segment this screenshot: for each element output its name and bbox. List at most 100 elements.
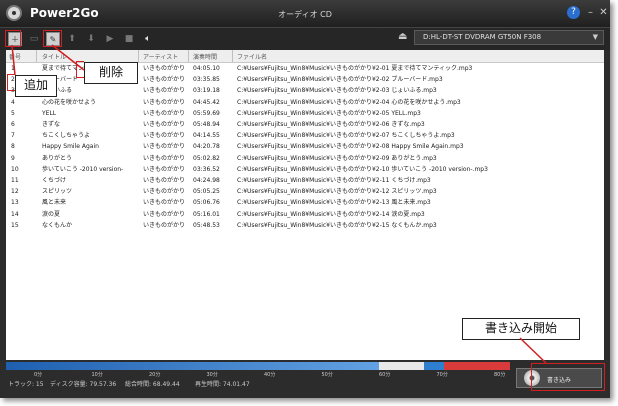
table-row[interactable]: 14 涙の夏 いきものがかり 05:16.01 C:¥Users¥Fujitsu_Win… (6, 210, 604, 220)
track-title: 心の花を咲かせよう (42, 98, 97, 106)
track-file-path: C:¥Users¥Fujitsu_Win8¥Music¥いきものがかり¥2-01… (237, 65, 473, 72)
delete-callout: 削除 (76, 61, 138, 84)
table-row[interactable]: 6 きずな いきものがかり 05:48.94 C:¥Users¥Fujitsu_Win8… (6, 120, 604, 130)
track-file-path: C:¥Users¥Fujitsu_Win8¥Music¥いきものがかり¥2-08… (237, 143, 464, 151)
track-title: 涙の夏 (42, 210, 61, 218)
track-duration: 03:36.52 (193, 165, 220, 173)
track-file-path: C:¥Users¥Fujitsu_Win8¥Music¥いきものがかり¥2-03… (237, 87, 437, 95)
disc-capacity: ディスク容量: 79.57.36 (50, 381, 117, 388)
table-row[interactable]: 5 YELL いきものがかり 05:59.69 C:¥Users¥Fujitsu_Win… (6, 109, 604, 119)
column-divider (36, 50, 37, 62)
track-duration: 04:20.78 (193, 143, 220, 151)
volume-icon[interactable]: 🔈︎ (141, 32, 155, 46)
track-duration: 05:59.69 (193, 109, 220, 117)
column-divider (138, 50, 139, 62)
title-bar: Power2Go オーディオ CD ? – ✕ (0, 0, 610, 27)
track-title: くちづけ (42, 177, 67, 184)
capacity-tick-label: 0分 (34, 372, 43, 378)
track-artist: いきものがかり (143, 165, 186, 173)
minimize-button[interactable]: – (584, 6, 597, 19)
track-number: 11 (11, 177, 19, 184)
header-file[interactable]: ファイル名 (237, 52, 267, 61)
play-time: 再生時間: 74.01.47 (195, 381, 250, 388)
track-title: きずな (42, 121, 61, 128)
track-number: 15 (11, 221, 19, 229)
track-artist: いきものがかり (143, 132, 186, 140)
capacity-tick-label: 70分 (436, 372, 448, 378)
track-list: 番号 タイトル アーティスト 演奏時間 ファイル名 1 夏まで待てマンティック いき… (6, 50, 604, 360)
table-row[interactable]: 7 ちこくしちゃうよ いきものがかり 04:14.55 C:¥Users¥Fujitsu… (6, 131, 604, 141)
capacity-bar-overflow (444, 362, 510, 370)
track-title: ありがとう (42, 154, 73, 162)
move-down-icon[interactable]: ⬇ (84, 32, 98, 46)
column-divider (188, 50, 189, 62)
capacity-tick-label: 10分 (91, 372, 103, 378)
close-button[interactable]: ✕ (597, 6, 610, 19)
track-duration: 04:24.98 (193, 177, 220, 184)
capacity-tick-label: 50分 (321, 372, 333, 378)
track-file-path: C:¥Users¥Fujitsu_Win8¥Music¥いきものがかり¥2-15… (237, 221, 437, 229)
add-highlight-box (5, 30, 21, 47)
table-row[interactable]: 10 歩いていこう -2010 version- いきものがかり 03:36.52 C:… (6, 165, 604, 175)
track-artist: いきものがかり (143, 221, 186, 229)
header-artist[interactable]: アーティスト (143, 52, 178, 61)
capacity-tick-label: 40分 (264, 372, 276, 378)
track-duration: 04:45.42 (193, 98, 220, 106)
track-file-path: C:¥Users¥Fujitsu_Win8¥Music¥いきものがかり¥2-13… (237, 199, 431, 207)
track-title: 歩いていこう -2010 version- (42, 165, 124, 173)
track-duration: 03:19.18 (193, 87, 220, 95)
table-row[interactable]: 11 くちづけ いきものがかり 04:24.98 C:¥Users¥Fujitsu_Wi… (6, 176, 604, 186)
track-artist: いきものがかり (143, 154, 186, 162)
track-number: 8 (11, 143, 15, 151)
table-row[interactable]: 3じょいふるいきものがかり03:19.18C:¥Users¥Fujitsu_Wi… (6, 86, 604, 96)
track-title: スピリッツ (42, 188, 73, 196)
track-artist: いきものがかり (143, 109, 186, 117)
track-number: 6 (11, 121, 15, 128)
drive-select-value: D:HL-DT-ST DVDRAM GT50N F308 (423, 33, 542, 41)
track-number: 9 (11, 154, 15, 162)
track-duration: 04:14.55 (193, 132, 220, 140)
eject-icon[interactable]: ⏏ (398, 31, 407, 42)
capacity-tick-label: 60分 (379, 372, 391, 378)
table-row[interactable]: 4 心の花を咲かせよう いきものがかり 04:45.42 C:¥Users¥Fujits… (6, 98, 604, 108)
track-number: 5 (11, 109, 15, 117)
table-row[interactable]: 8 Happy Smile Again いきものがかり 04:20.78 C:¥User… (6, 142, 604, 152)
track-file-path: C:¥Users¥Fujitsu_Win8¥Music¥いきものがかり¥2-14… (237, 210, 425, 218)
track-number: 14 (11, 210, 19, 218)
track-title: YELL (42, 109, 57, 117)
track-duration: 05:02.82 (193, 154, 220, 162)
track-number: 4 (11, 98, 15, 106)
track-duration: 03:35.85 (193, 76, 220, 84)
table-row[interactable]: 15 なくもんか いきものがかり 05:48.53 C:¥Users¥Fujitsu_W… (6, 221, 604, 231)
capacity-tick-label: 20分 (149, 372, 161, 378)
remove-file-icon[interactable]: ▭ (27, 32, 41, 46)
track-duration: 05:05.25 (193, 188, 220, 196)
track-file-path: C:¥Users¥Fujitsu_Win8¥Music¥いきものがかり¥2-06… (237, 121, 425, 128)
track-title: なくもんか (42, 221, 73, 229)
capacity-bar (6, 362, 510, 370)
help-button[interactable]: ? (567, 6, 580, 19)
header-title[interactable]: タイトル (42, 52, 66, 61)
stop-icon[interactable]: ■ (122, 32, 136, 46)
burn-highlight-box (531, 363, 605, 391)
chevron-down-icon: ▼ (592, 33, 598, 41)
drive-select[interactable]: D:HL-DT-ST DVDRAM GT50N F308 ▼ (414, 30, 604, 45)
table-row[interactable]: 13 風と未来 いきものがかり 05:06.76 C:¥Users¥Fujitsu_Wi… (6, 198, 604, 208)
track-number: 1 (11, 65, 15, 72)
track-number: 10 (11, 165, 19, 173)
track-title: ちこくしちゃうよ (42, 132, 91, 140)
window-title: オーディオ CD (278, 10, 332, 19)
table-row[interactable]: 9 ありがとう いきものがかり 05:02.82 C:¥Users¥Fujitsu_Wi… (6, 154, 604, 164)
track-file-path: C:¥Users¥Fujitsu_Win8¥Music¥いきものがかり¥2-04… (237, 98, 461, 106)
track-artist: いきものがかり (143, 87, 186, 95)
play-icon[interactable]: ▶ (103, 32, 117, 46)
track-duration: 05:48.53 (193, 221, 220, 229)
track-artist: いきものがかり (143, 121, 186, 128)
header-time[interactable]: 演奏時間 (193, 52, 217, 61)
table-row[interactable]: 12 スピリッツ いきものがかり 05:05.25 C:¥Users¥Fujitsu_W… (6, 187, 604, 197)
track-artist: いきものがかり (143, 76, 186, 84)
track-file-path: C:¥Users¥Fujitsu_Win8¥Music¥いきものがかり¥2-09… (237, 154, 437, 162)
header-num[interactable]: 番号 (9, 52, 21, 61)
track-artist: いきものがかり (143, 143, 186, 151)
move-up-icon[interactable]: ⬆ (65, 32, 79, 46)
